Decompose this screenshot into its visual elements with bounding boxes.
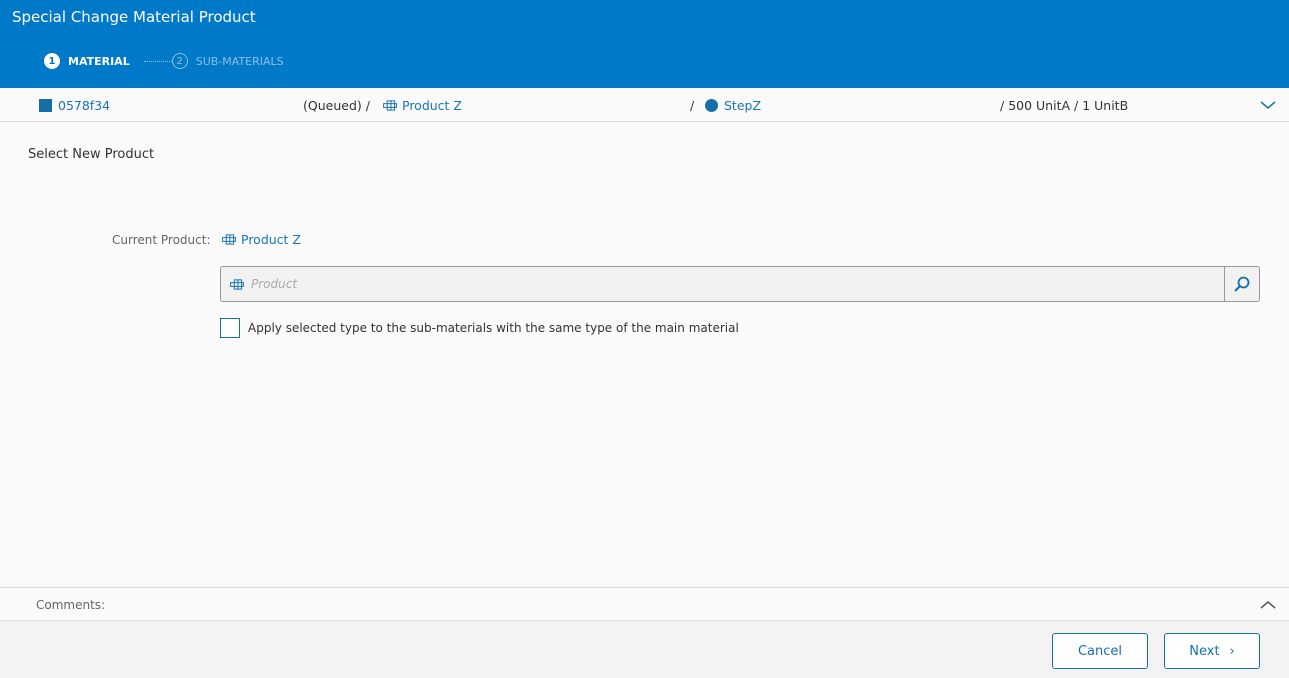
step-2-number[interactable]: 2	[171, 53, 188, 69]
comments-label: Comments:	[36, 598, 106, 612]
product-icon	[383, 100, 397, 111]
material-icon	[39, 99, 52, 112]
search-button[interactable]	[1224, 267, 1259, 301]
step-2-label[interactable]: SUB-MATERIALS	[196, 55, 284, 68]
material-status: (Queued) /	[303, 98, 370, 113]
step-1-label[interactable]: MATERIAL	[68, 55, 130, 68]
apply-subtype-label: Apply selected type to the sub-materials…	[248, 321, 739, 335]
product-icon	[222, 234, 236, 245]
current-product-link[interactable]: Product Z	[221, 232, 301, 247]
page-title: Special Change Material Product	[12, 8, 256, 26]
header: Special Change Material Product 1 MATERI…	[0, 0, 1289, 88]
quantity: / 500 UnitA / 1 UnitB	[1000, 98, 1129, 113]
search-icon	[1234, 276, 1250, 292]
wizard-steps: 1 MATERIAL 2 SUB-MATERIALS	[44, 53, 284, 69]
step-link[interactable]: StepZ	[705, 98, 761, 113]
chevron-right-icon: ›	[1229, 643, 1235, 659]
step-1-number[interactable]: 1	[44, 53, 60, 69]
current-product-label: Current Product:	[112, 233, 211, 247]
section-title: Select New Product	[28, 147, 155, 162]
step-connector	[143, 60, 172, 62]
product-icon	[230, 278, 244, 290]
comments-panel[interactable]: Comments:	[0, 587, 1289, 621]
separator: /	[690, 98, 695, 113]
cancel-button[interactable]: Cancel	[1052, 633, 1148, 669]
chevron-up-icon[interactable]	[1260, 600, 1276, 610]
material-link[interactable]: 0578f34	[39, 98, 110, 113]
chevron-down-icon[interactable]	[1260, 100, 1276, 110]
product-input[interactable]	[251, 277, 1224, 291]
apply-subtype-checkbox[interactable]	[220, 318, 240, 338]
product-search-field[interactable]	[220, 266, 1260, 302]
next-button[interactable]: Next ›	[1164, 633, 1260, 669]
footer: Cancel Next ›	[0, 621, 1289, 678]
product-link[interactable]: Product Z	[382, 98, 462, 113]
context-bar: 0578f34 (Queued) / Product Z / StepZ / 5…	[0, 88, 1289, 122]
step-icon	[705, 99, 718, 112]
